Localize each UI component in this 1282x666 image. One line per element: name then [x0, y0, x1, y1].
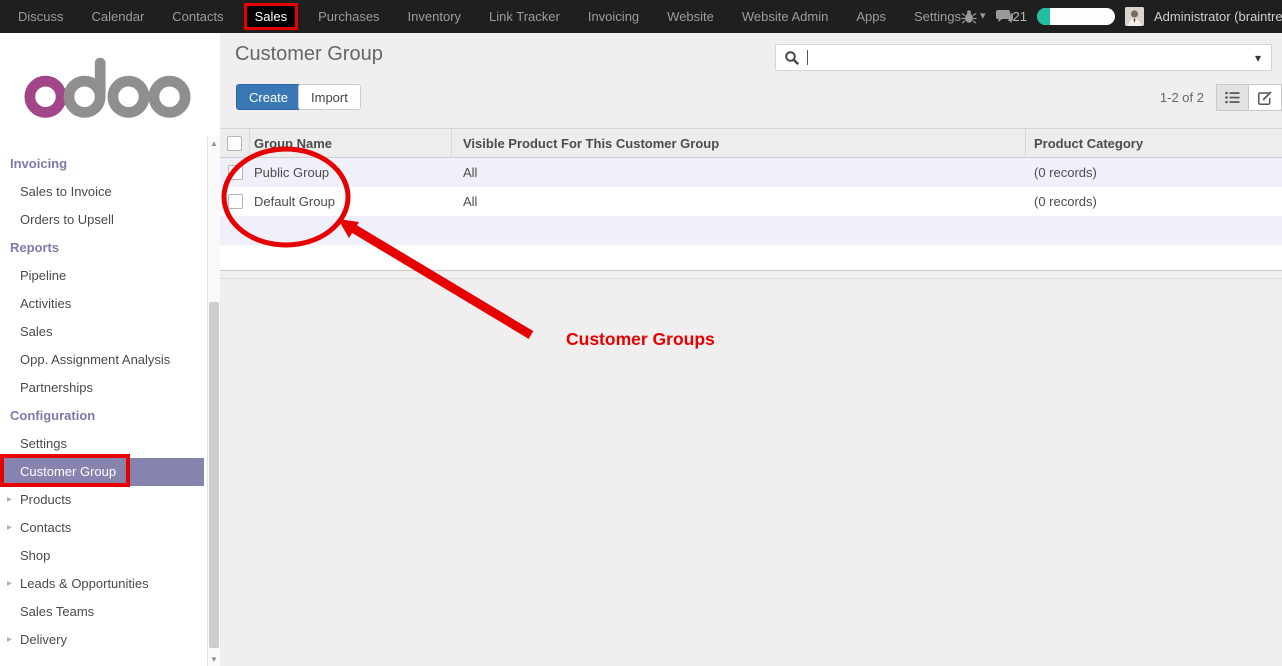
cell-product-category: (0 records)	[1026, 158, 1282, 187]
scroll-down-icon[interactable]: ▼	[208, 655, 220, 664]
debug-menu-button[interactable]: ▾	[961, 9, 986, 24]
topbar-systray: ▾ 21 Administrator (braintree) ▾	[961, 7, 1282, 26]
sidebar-item-leads-opportunities[interactable]: ▸ Leads & Opportunities	[0, 570, 204, 598]
nav-calendar[interactable]: Calendar	[92, 9, 145, 24]
sidebar-menu: Invoicing Sales to Invoice Orders to Ups…	[0, 150, 207, 654]
chat-icon	[996, 9, 1014, 24]
top-navigation-bar: Discuss Calendar Contacts Sales Purchase…	[0, 0, 1282, 33]
sidebar-item-products[interactable]: ▸ Products	[0, 486, 204, 514]
timer-widget[interactable]	[1037, 8, 1115, 25]
expand-arrow-icon: ▸	[7, 626, 12, 654]
form-view-button[interactable]	[1249, 84, 1282, 111]
bug-icon	[961, 9, 977, 24]
table-row[interactable]: Public Group All (0 records)	[220, 158, 1282, 187]
section-invoicing: Invoicing	[0, 150, 207, 178]
list-view-button[interactable]	[1216, 84, 1249, 111]
annotation-label: Customer Groups	[566, 329, 715, 350]
sidebar-item-contacts[interactable]: ▸ Contacts	[0, 514, 204, 542]
row-checkbox[interactable]	[228, 165, 243, 180]
sidebar-item-customer-group[interactable]: Customer Group	[0, 458, 204, 486]
timer-progress	[1037, 8, 1050, 25]
odoo-logo	[24, 55, 192, 119]
row-checkbox[interactable]	[228, 194, 243, 209]
sidebar-item-sales-to-invoice[interactable]: Sales to Invoice	[0, 178, 204, 206]
list-header-row: Group Name Visible Product For This Cust…	[220, 128, 1282, 158]
nav-website[interactable]: Website	[667, 9, 714, 24]
table-footer-strip	[220, 270, 1282, 279]
user-menu[interactable]: Administrator (braintree)	[1154, 9, 1282, 24]
scrollbar-thumb[interactable]	[209, 302, 219, 648]
sidebar-item-label: Leads & Opportunities	[20, 576, 149, 591]
nav-apps[interactable]: Apps	[856, 9, 886, 24]
sidebar-item-orders-to-upsell[interactable]: Orders to Upsell	[0, 206, 204, 234]
column-header-visible-product[interactable]: Visible Product For This Customer Group	[452, 129, 1026, 157]
select-all-checkbox[interactable]	[227, 136, 242, 151]
empty-row	[220, 216, 1282, 245]
column-header-product-category[interactable]: Product Category	[1026, 129, 1282, 157]
nav-discuss[interactable]: Discuss	[18, 9, 64, 24]
sidebar-item-settings[interactable]: Settings	[0, 430, 204, 458]
section-reports: Reports	[0, 234, 207, 262]
view-switcher	[1216, 84, 1282, 111]
sidebar-item-label: Delivery	[20, 632, 67, 647]
app-menu: Discuss Calendar Contacts Sales Purchase…	[0, 3, 961, 30]
search-icon	[784, 50, 800, 66]
import-button[interactable]: Import	[298, 84, 361, 110]
sidebar-item-opp-assignment-analysis[interactable]: Opp. Assignment Analysis	[0, 346, 204, 374]
search-input[interactable]	[812, 49, 1253, 66]
customer-group-list: Group Name Visible Product For This Cust…	[220, 128, 1282, 279]
cell-visible-product: All	[452, 158, 1026, 187]
section-configuration: Configuration	[0, 402, 207, 430]
message-count-badge: 21	[1013, 9, 1027, 24]
nav-purchases[interactable]: Purchases	[318, 9, 379, 24]
nav-settings[interactable]: Settings	[914, 9, 961, 24]
sidebar-item-delivery[interactable]: ▸ Delivery	[0, 626, 204, 654]
sidebar-item-shop[interactable]: Shop	[0, 542, 204, 570]
table-end	[220, 245, 1282, 270]
form-view-icon	[1258, 91, 1273, 105]
sidebar-scrollbar[interactable]: ▲ ▼	[207, 137, 220, 666]
nav-inventory[interactable]: Inventory	[408, 9, 461, 24]
text-cursor	[807, 50, 808, 65]
expand-arrow-icon: ▸	[7, 514, 12, 542]
pager-text: 1-2 of 2	[1160, 90, 1204, 105]
sidebar-item-sales-teams[interactable]: Sales Teams	[0, 598, 204, 626]
sidebar-item-activities[interactable]: Activities	[0, 290, 204, 318]
sidebar-item-label: Contacts	[20, 520, 71, 535]
cell-group-name: Public Group	[250, 158, 452, 187]
nav-website-admin[interactable]: Website Admin	[742, 9, 828, 24]
caret-down-icon: ▾	[980, 11, 986, 22]
list-view-icon	[1225, 91, 1240, 104]
column-header-group-name[interactable]: Group Name	[250, 129, 452, 157]
sidebar-item-sales[interactable]: Sales	[0, 318, 204, 346]
nav-invoicing[interactable]: Invoicing	[588, 9, 639, 24]
search-view: ▾	[775, 44, 1272, 71]
sidebar-item-label: Products	[20, 492, 71, 507]
cell-product-category: (0 records)	[1026, 187, 1282, 216]
expand-arrow-icon: ▸	[7, 486, 12, 514]
sidebar-item-partnerships[interactable]: Partnerships	[0, 374, 204, 402]
cell-visible-product: All	[452, 187, 1026, 216]
sidebar-item-pipeline[interactable]: Pipeline	[0, 262, 204, 290]
cell-group-name: Default Group	[250, 187, 452, 216]
scroll-up-icon[interactable]: ▲	[208, 139, 220, 148]
main-content: Customer Group ▾ Create Import 1-2 of 2	[220, 33, 1282, 666]
create-button[interactable]: Create	[236, 84, 301, 110]
messages-button[interactable]: 21	[996, 9, 1027, 24]
expand-arrow-icon: ▸	[7, 570, 12, 598]
nav-contacts[interactable]: Contacts	[172, 9, 223, 24]
table-row[interactable]: Default Group All (0 records)	[220, 187, 1282, 216]
user-avatar[interactable]	[1125, 7, 1144, 26]
sidebar: Invoicing Sales to Invoice Orders to Ups…	[0, 33, 220, 666]
nav-sales[interactable]: Sales	[244, 3, 299, 30]
search-dropdown-caret-icon[interactable]: ▾	[1253, 51, 1263, 65]
page-title: Customer Group	[235, 43, 383, 66]
nav-link-tracker[interactable]: Link Tracker	[489, 9, 560, 24]
pager-area: 1-2 of 2	[1160, 84, 1282, 111]
